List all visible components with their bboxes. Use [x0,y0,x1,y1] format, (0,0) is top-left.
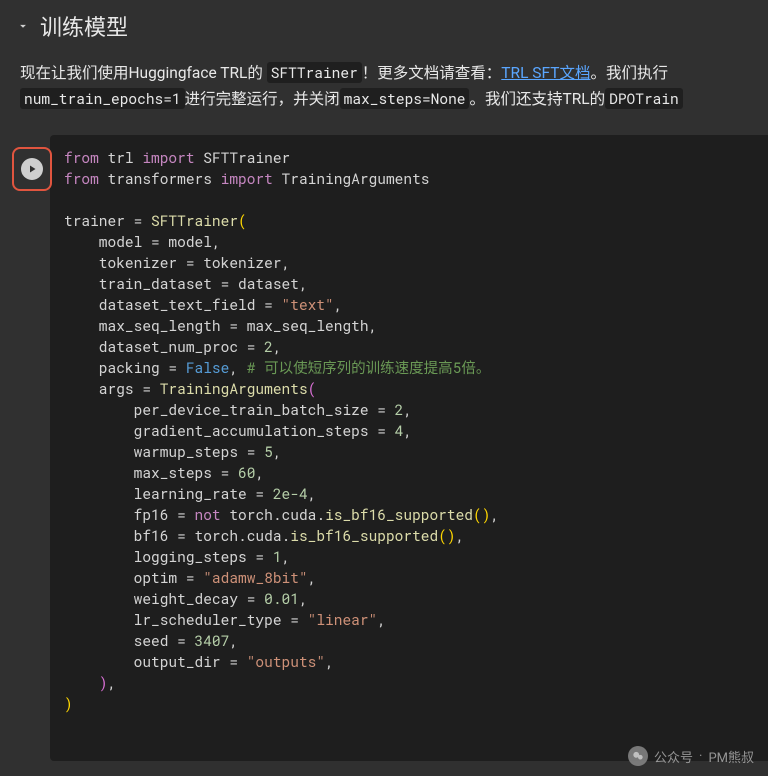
watermark: 公众号 · PM熊叔 [628,746,754,766]
watermark-dot: · [699,749,702,764]
watermark-label: 公众号 [654,747,693,766]
code-cell: from trl import SFTTrainerfrom transform… [0,135,768,761]
doc-link[interactable]: TRL SFT文档 [501,64,590,82]
chevron-down-icon [16,19,30,33]
markdown-description: 现在让我们使用Huggingface TRL的 SFTTrainer！更多文档请… [0,52,768,121]
inline-code: max_steps=None [340,88,470,109]
wechat-icon [628,746,648,766]
watermark-author: PM熊叔 [708,747,754,766]
desc-text: 现在让我们使用Huggingface TRL的 [20,64,263,82]
inline-code: num_train_epochs=1 [20,88,185,109]
desc-text: 。我们还支持TRL的 [469,90,605,108]
section-title: 训练模型 [40,10,128,42]
run-button-highlight [12,147,52,191]
code-editor[interactable]: from trl import SFTTrainerfrom transform… [50,135,768,761]
desc-text: ！更多文档请查看： [362,64,502,82]
section-header[interactable]: 训练模型 [0,0,768,52]
play-icon [26,163,38,175]
inline-code: DPOTrain [605,88,683,109]
inline-code: SFTTrainer [267,62,362,83]
run-button[interactable] [21,158,43,180]
desc-text: 进行完整运行，并关闭 [185,90,340,108]
desc-text: 。我们执行 [590,64,668,82]
